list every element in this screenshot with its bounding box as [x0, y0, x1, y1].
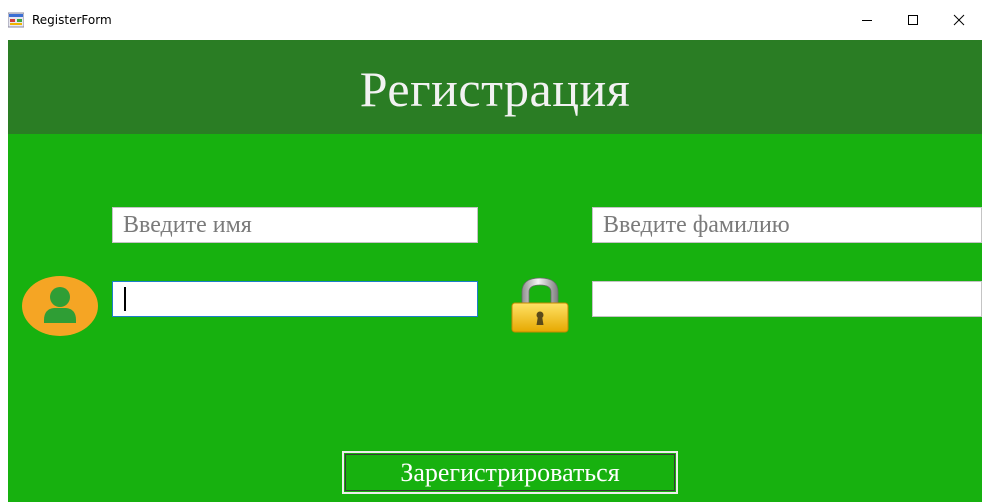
- close-icon: [953, 14, 965, 26]
- register-button[interactable]: Зарегистрироваться: [342, 451, 678, 494]
- last-name-input[interactable]: Введите фамилию: [592, 207, 982, 243]
- form-app-icon: [8, 12, 24, 28]
- register-button-label: Зарегистрироваться: [400, 458, 620, 487]
- form-panel: [8, 134, 982, 502]
- window-titlebar: RegisterForm: [0, 0, 982, 40]
- lock-icon: [511, 277, 569, 333]
- close-button[interactable]: [936, 0, 982, 40]
- user-icon: [22, 276, 98, 336]
- first-name-input[interactable]: Введите имя: [112, 207, 478, 243]
- minimize-icon: [862, 20, 872, 21]
- page-title: Регистрация: [359, 61, 631, 117]
- password-input[interactable]: [592, 281, 982, 317]
- header-banner: Регистрация: [8, 40, 982, 134]
- maximize-icon: [908, 15, 918, 25]
- login-input[interactable]: [112, 281, 478, 317]
- minimize-button[interactable]: [844, 0, 890, 40]
- text-caret: [124, 287, 126, 311]
- maximize-button[interactable]: [890, 0, 936, 40]
- window-title: RegisterForm: [32, 13, 112, 27]
